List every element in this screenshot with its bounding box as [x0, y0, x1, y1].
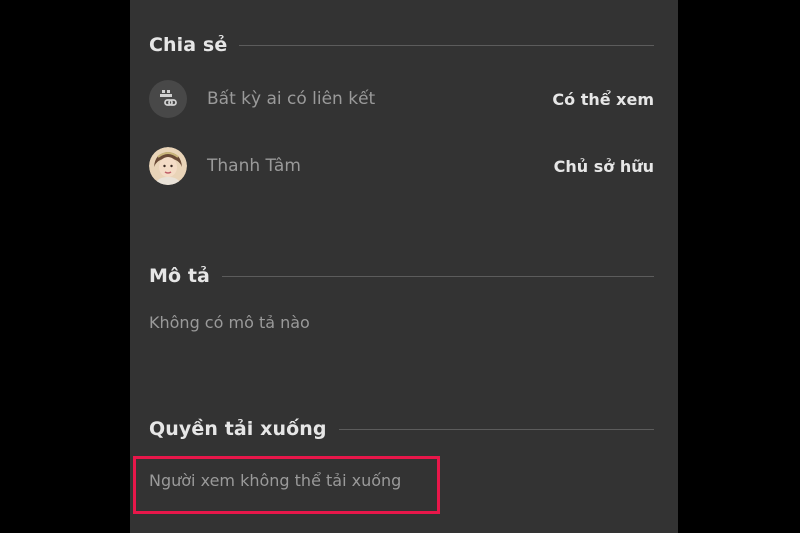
description-text: Không có mô tả nào [149, 313, 310, 332]
download-title: Quyền tải xuống [149, 418, 327, 440]
section-divider [239, 44, 654, 46]
highlight-frame [133, 456, 440, 514]
sharing-section-header: Chia sẻ [149, 34, 654, 56]
share-entry-anyone-with-link[interactable]: Bất kỳ ai có liên kết Có thể xem [149, 79, 654, 119]
share-entry-name: Thanh Tâm [207, 156, 301, 176]
section-divider [221, 275, 654, 277]
permission-dropdown[interactable]: Có thể xem [552, 90, 654, 109]
details-panel: Chia sẻ Bất kỳ ai có liên kết Có thể xem [130, 0, 678, 533]
user-avatar [149, 147, 187, 185]
description-title: Mô tả [149, 265, 210, 287]
section-divider [338, 428, 654, 430]
share-entry-owner[interactable]: Thanh Tâm Chủ sở hữu [149, 146, 654, 186]
owner-role-label: Chủ sở hữu [553, 156, 654, 176]
share-entry-name: Bất kỳ ai có liên kết [207, 89, 376, 109]
screenshot-stage: Chia sẻ Bất kỳ ai có liên kết Có thể xem [0, 0, 800, 533]
description-section-header: Mô tả [149, 265, 654, 287]
download-section-header: Quyền tải xuống [149, 418, 654, 440]
sharing-title: Chia sẻ [149, 34, 228, 56]
link-people-icon [149, 80, 187, 118]
